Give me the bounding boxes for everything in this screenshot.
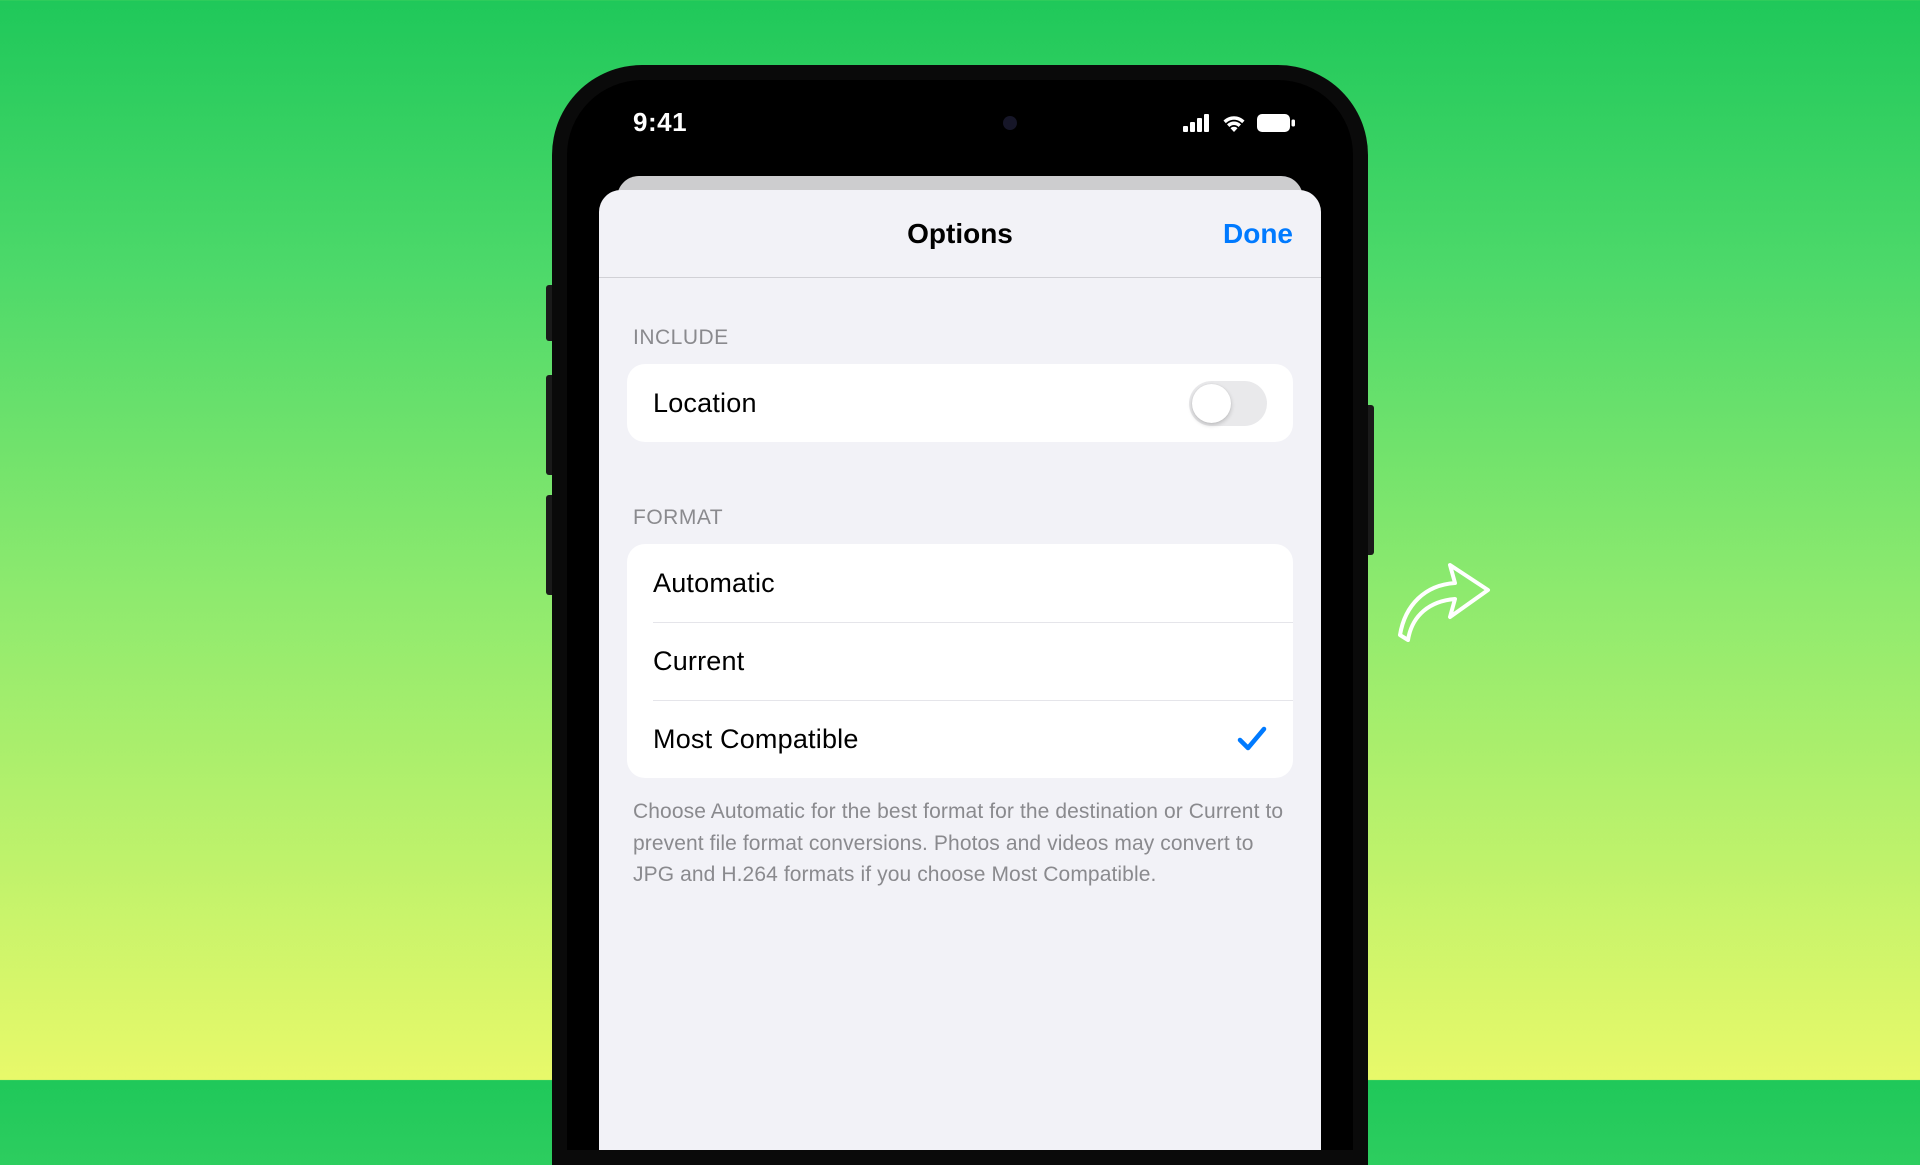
include-section: INCLUDE Location xyxy=(599,278,1321,442)
format-option-most-compatible[interactable]: Most Compatible xyxy=(627,700,1293,778)
format-option-automatic[interactable]: Automatic xyxy=(627,544,1293,622)
location-cell[interactable]: Location xyxy=(627,364,1293,442)
share-arrow-icon xyxy=(1370,535,1500,665)
location-switch[interactable] xyxy=(1189,381,1267,426)
format-option-label: Current xyxy=(653,646,744,677)
power-button xyxy=(1368,405,1374,555)
status-time: 9:41 xyxy=(633,107,687,138)
cellular-icon xyxy=(1183,114,1211,132)
options-sheet: Options Done INCLUDE Location FORMAT xyxy=(599,190,1321,1150)
volume-up-button xyxy=(546,375,552,475)
location-label: Location xyxy=(653,388,757,419)
format-option-label: Automatic xyxy=(653,568,775,599)
done-button[interactable]: Done xyxy=(1223,218,1293,250)
switch-knob xyxy=(1192,384,1231,423)
format-section-header: FORMAT xyxy=(627,442,1293,544)
include-section-header: INCLUDE xyxy=(627,278,1293,364)
phone-screen: 9:41 Options Done xyxy=(567,80,1353,1150)
format-cell-group: Automatic Current Most Compatible xyxy=(627,544,1293,778)
format-option-label: Most Compatible xyxy=(653,724,859,755)
mute-switch xyxy=(546,285,552,341)
status-icons xyxy=(1183,113,1295,132)
format-section: FORMAT Automatic Current Most Compatible xyxy=(599,442,1321,778)
dynamic-island xyxy=(855,100,1065,145)
checkmark-icon xyxy=(1237,725,1267,753)
format-option-current[interactable]: Current xyxy=(627,622,1293,700)
battery-icon xyxy=(1257,114,1295,132)
sheet-header: Options Done xyxy=(599,190,1321,278)
front-camera-icon xyxy=(1003,116,1017,130)
include-cell-group: Location xyxy=(627,364,1293,442)
format-footer-text: Choose Automatic for the best format for… xyxy=(599,778,1321,891)
wifi-icon xyxy=(1221,113,1247,132)
volume-down-button xyxy=(546,495,552,595)
phone-frame: 9:41 Options Done xyxy=(552,65,1368,1165)
sheet-title: Options xyxy=(907,218,1013,250)
